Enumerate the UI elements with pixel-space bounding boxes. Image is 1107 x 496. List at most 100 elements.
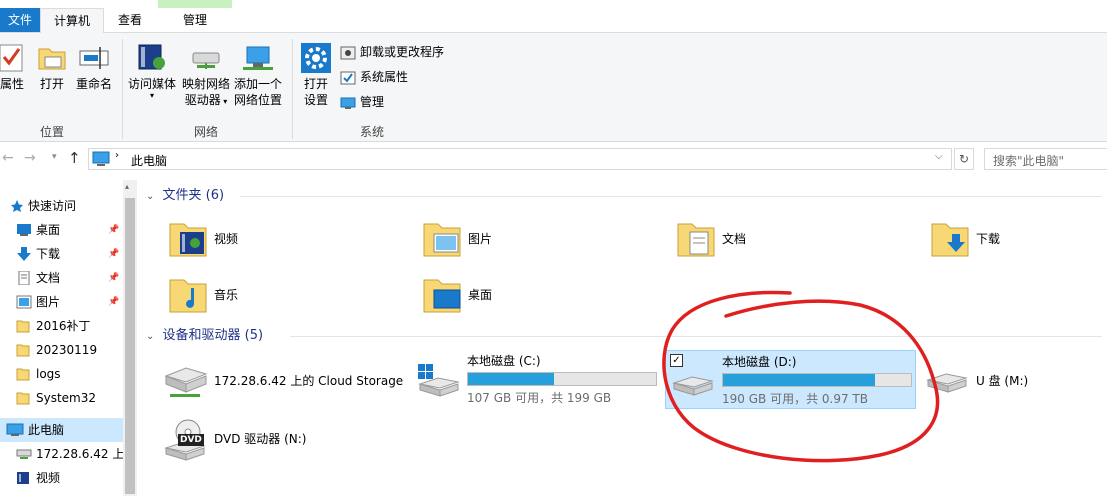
- folder-label: 视频: [214, 232, 239, 246]
- group-divider: [290, 336, 1102, 337]
- nav-item-folder[interactable]: 20230119: [0, 338, 123, 362]
- network-group-label: 网络: [193, 125, 218, 139]
- drive-tile-cloud-storage[interactable]: 172.28.6.42 上的 Cloud Storage: [162, 356, 403, 402]
- folder-tile-documents[interactable]: 文档: [676, 216, 896, 260]
- this-pc-icon: [92, 151, 110, 166]
- manage-label: 管理: [360, 95, 385, 109]
- access-media-label: 访问媒体: [127, 77, 176, 91]
- nav-item-pictures[interactable]: 图片 📌: [0, 290, 123, 314]
- collapse-chevron-icon[interactable]: ⌄: [146, 191, 154, 202]
- pictures-folder-icon: [423, 223, 461, 257]
- nav-scrollbar[interactable]: ▴: [123, 180, 137, 496]
- folder-label: 图片: [468, 232, 493, 246]
- access-media-dropdown-icon[interactable]: ▾: [126, 92, 178, 100]
- folder-tile-music[interactable]: 音乐: [168, 272, 388, 316]
- system-properties-label: 系统属性: [360, 70, 409, 84]
- open-button[interactable]: 打开: [36, 43, 68, 92]
- manage-button[interactable]: 管理: [340, 92, 384, 112]
- tab-manage[interactable]: 管理: [158, 8, 232, 32]
- map-drive-dropdown-icon[interactable]: ▾: [221, 97, 227, 106]
- local-drive-icon: [672, 376, 714, 396]
- map-network-drive-button[interactable]: 映射网络 驱动器 ▾: [180, 43, 232, 110]
- drive-label: 本地磁盘 (D:): [722, 355, 797, 369]
- pin-icon[interactable]: 📌: [108, 242, 119, 266]
- folders-group-title: 文件夹 (6): [162, 188, 225, 203]
- folder-icon: [16, 392, 30, 405]
- properties-label: 属性: [0, 77, 24, 91]
- nav-item-documents[interactable]: 文档 📌: [0, 266, 123, 290]
- drive-label: 本地磁盘 (C:): [467, 354, 541, 368]
- tab-file[interactable]: 文件: [0, 8, 40, 32]
- devices-group-header[interactable]: ⌄ 设备和驱动器 (5): [146, 326, 263, 346]
- uninstall-program-button[interactable]: 卸载或更改程序: [340, 42, 444, 62]
- network-drive-icon: [16, 449, 32, 459]
- nav-quick-access[interactable]: 快速访问: [0, 194, 123, 218]
- rename-button[interactable]: 重命名: [74, 43, 114, 92]
- usb-drive-icon: [926, 373, 968, 393]
- nav-item-network-drive[interactable]: 172.28.6.42 上的: [0, 442, 123, 466]
- nav-item-label: 下载: [36, 247, 61, 261]
- recent-chevron-icon[interactable]: ▾: [52, 152, 57, 162]
- nav-item-downloads[interactable]: 下载 📌: [0, 242, 123, 266]
- scroll-up-icon[interactable]: ▴: [125, 182, 129, 191]
- breadcrumb-this-pc[interactable]: 此电脑: [131, 152, 167, 169]
- add-network-location-button[interactable]: 添加一个 网络位置: [232, 43, 284, 108]
- tab-computer[interactable]: 计算机: [40, 8, 104, 34]
- system-properties-icon: [340, 71, 356, 84]
- address-bar[interactable]: › 此电脑 ⌵: [88, 148, 952, 170]
- folders-group-header[interactable]: ⌄ 文件夹 (6): [146, 186, 224, 206]
- search-input[interactable]: 搜索"此电脑": [984, 148, 1107, 170]
- folder-tile-downloads[interactable]: 下载: [930, 216, 1100, 260]
- nav-item-videos[interactable]: 视频: [0, 466, 123, 490]
- uninstall-icon: [340, 46, 356, 59]
- folder-tile-videos[interactable]: 视频: [168, 216, 388, 260]
- star-icon: [11, 200, 23, 212]
- videos-folder-icon: [169, 223, 207, 257]
- scroll-thumb[interactable]: [125, 198, 135, 494]
- pin-icon[interactable]: 📌: [108, 218, 119, 242]
- uninstall-label: 卸载或更改程序: [360, 45, 445, 59]
- folder-tile-desktop[interactable]: 桌面: [422, 272, 642, 316]
- add-location-label-2: 网络位置: [233, 93, 282, 107]
- drive-tile-d[interactable]: ✓ 本地磁盘 (D:) 190 GB 可用，共 0.97 TB: [665, 350, 916, 409]
- refresh-icon[interactable]: ↻: [954, 148, 974, 170]
- manage-icon: [340, 97, 356, 109]
- nav-this-pc[interactable]: 此电脑: [0, 418, 123, 442]
- forward-arrow-icon[interactable]: →: [24, 150, 36, 166]
- back-arrow-icon[interactable]: ←: [2, 150, 14, 166]
- folder-tile-pictures[interactable]: 图片: [422, 216, 642, 260]
- open-settings-button[interactable]: 打开 设置: [298, 43, 334, 108]
- desktop-icon: [17, 224, 31, 236]
- location-group-label: 位置: [39, 125, 64, 139]
- group-divider: [292, 39, 293, 139]
- up-arrow-icon[interactable]: ↑: [68, 149, 81, 167]
- nav-item-folder[interactable]: 2016补丁: [0, 314, 123, 338]
- nav-item-label: 桌面: [36, 223, 61, 237]
- ribbon: 属性 打开 重命名 位置 访问媒体 ▾ 映射网络 驱动器 ▾ 添加一个 网络位置…: [0, 33, 1107, 142]
- ribbon-tab-bar: 文件 计算机 查看 管理: [0, 8, 1107, 34]
- drive-label: DVD 驱动器 (N:): [214, 432, 307, 446]
- properties-button[interactable]: 属性: [0, 43, 28, 92]
- nav-item-label: 20230119: [36, 343, 98, 357]
- access-media-button[interactable]: 访问媒体 ▾: [126, 43, 178, 100]
- drive-c-usage-bar: [467, 372, 657, 386]
- collapse-chevron-icon[interactable]: ⌄: [146, 331, 154, 342]
- tab-view[interactable]: 查看: [104, 8, 156, 32]
- nav-item-folder[interactable]: System32: [0, 386, 123, 410]
- pin-icon[interactable]: 📌: [108, 266, 119, 290]
- breadcrumb-separator-icon[interactable]: ›: [115, 150, 119, 161]
- nav-item-folder[interactable]: logs: [0, 362, 123, 386]
- system-properties-button[interactable]: 系统属性: [340, 67, 408, 87]
- nav-item-desktop[interactable]: 桌面 📌: [0, 218, 123, 242]
- checkbox-checked-icon[interactable]: ✓: [670, 354, 683, 367]
- drive-tile-c[interactable]: 本地磁盘 (C:) 107 GB 可用，共 199 GB: [416, 350, 660, 408]
- drive-tile-dvd[interactable]: DVD DVD 驱动器 (N:): [162, 414, 402, 464]
- picture-icon: [16, 295, 32, 309]
- address-dropdown-icon[interactable]: ⌵: [935, 151, 943, 162]
- open-settings-label-1: 打开: [303, 77, 328, 91]
- pin-icon[interactable]: 📌: [108, 290, 119, 314]
- drive-tile-usb[interactable]: U 盘 (M:): [924, 356, 1104, 402]
- nav-quick-access-label: 快速访问: [28, 199, 77, 213]
- desktop-folder-icon: [423, 279, 461, 313]
- rename-icon: [79, 47, 109, 69]
